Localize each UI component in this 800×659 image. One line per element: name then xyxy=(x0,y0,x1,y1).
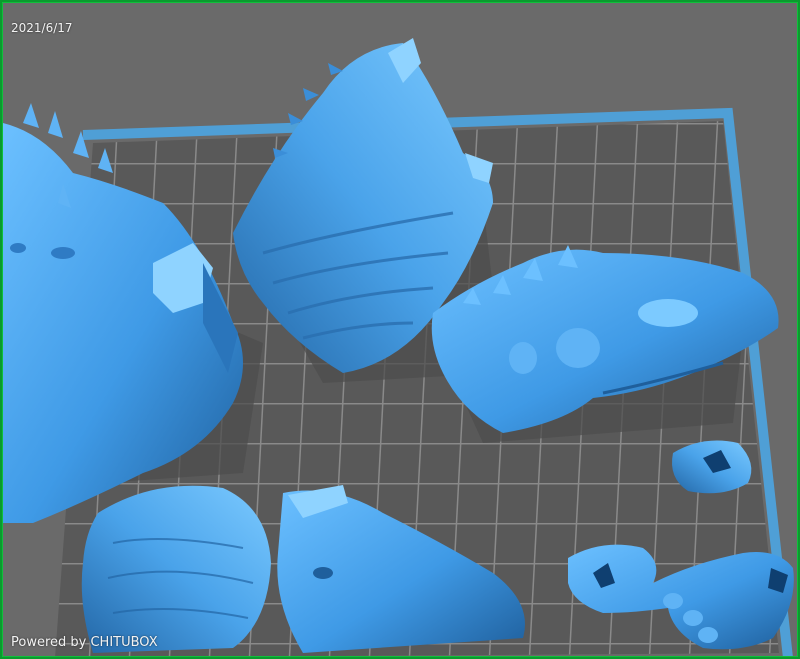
dragon-paw-small[interactable] xyxy=(672,440,752,494)
date-stamp: 2021/6/17 xyxy=(11,21,73,35)
build-scene[interactable] xyxy=(3,3,798,657)
powered-by-label: Powered by CHITUBOX xyxy=(11,635,158,650)
dragon-belly-ball[interactable] xyxy=(81,485,271,653)
3d-viewport[interactable]: 2021/6/17 Powered by CHITUBOX xyxy=(2,2,798,657)
